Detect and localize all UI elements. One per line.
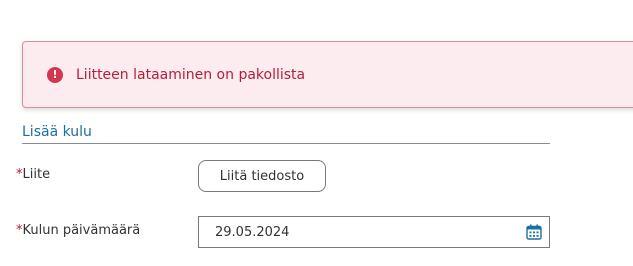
attach-file-button[interactable]: Liitä tiedosto xyxy=(198,160,326,192)
expense-date-input[interactable] xyxy=(215,224,505,240)
add-expense-page: ! Liitteen lataaminen on pakollista Lisä… xyxy=(0,0,633,266)
section-title: Lisää kulu xyxy=(22,124,550,144)
expense-date-label-text: Kulun päivämäärä xyxy=(22,223,141,238)
expense-date-label: *Kulun päivämäärä xyxy=(16,223,140,238)
attachment-label-text: Liite xyxy=(22,167,51,182)
error-message: Liitteen lataaminen on pakollista xyxy=(76,66,306,83)
calendar-icon[interactable] xyxy=(526,224,542,240)
attachment-label: *Liite xyxy=(16,167,50,182)
expense-date-field[interactable] xyxy=(198,216,550,248)
error-alert: ! Liitteen lataaminen on pakollista xyxy=(22,41,633,108)
error-icon: ! xyxy=(47,66,63,83)
